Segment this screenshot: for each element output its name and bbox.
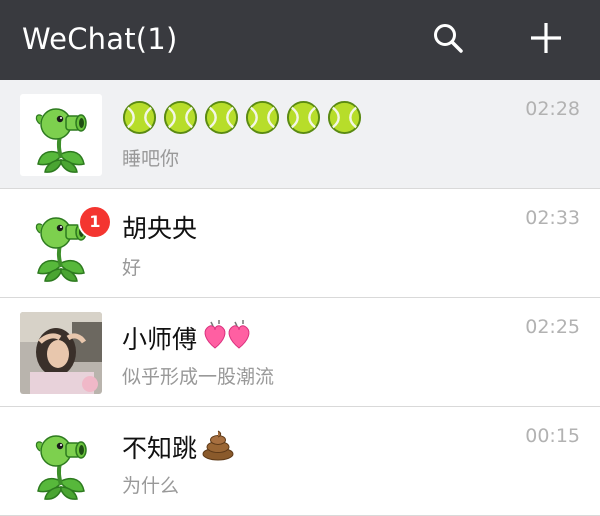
chat-row[interactable]: 1 胡央央 好 02:33 [0, 189, 600, 298]
chat-name: 小师傅 [122, 318, 255, 358]
chat-preview: 为什么 [122, 475, 180, 497]
chat-row[interactable]: 不知跳 为什么 00:15 [0, 407, 600, 516]
add-button[interactable] [526, 18, 566, 62]
chat-row[interactable]: 睡吧你 02:28 [0, 80, 600, 189]
chat-name: 胡央央 [122, 214, 198, 243]
photo-avatar-image [20, 312, 102, 394]
chat-time: 02:28 [525, 98, 580, 120]
chat-name [122, 100, 362, 135]
avatar [20, 421, 102, 503]
tennis-ball-icon [245, 100, 280, 135]
tennis-ball-icon [327, 100, 362, 135]
avatar [20, 312, 102, 394]
sparkling-hearts-icon [201, 318, 255, 358]
chat-name: 不知跳 [122, 427, 235, 467]
avatar [20, 94, 102, 176]
chat-time: 02:33 [525, 207, 580, 229]
tennis-ball-emoji-group [122, 100, 362, 135]
app-title: WeChat(1) [22, 22, 178, 56]
tennis-ball-icon [204, 100, 239, 135]
top-bar: WeChat(1) [0, 0, 600, 80]
tennis-ball-icon [163, 100, 198, 135]
plus-icon [529, 21, 563, 59]
chat-preview: 好 [122, 257, 142, 279]
tennis-ball-icon [286, 100, 321, 135]
chat-preview: 似乎形成一股潮流 [122, 366, 275, 388]
chat-row[interactable]: 小师傅 似乎形成一股潮流 02:25 [0, 298, 600, 407]
chat-time: 02:25 [525, 316, 580, 338]
search-button[interactable] [428, 18, 468, 62]
search-icon [432, 22, 464, 58]
chat-preview: 睡吧你 [122, 148, 180, 170]
chat-list: 睡吧你 02:28 1 胡央央 好 02:33 小师傅 似乎形成一股潮流 02:… [0, 80, 600, 516]
chat-time: 00:15 [525, 425, 580, 447]
unread-badge: 1 [80, 207, 110, 237]
poop-icon [201, 427, 235, 467]
tennis-ball-icon [122, 100, 157, 135]
